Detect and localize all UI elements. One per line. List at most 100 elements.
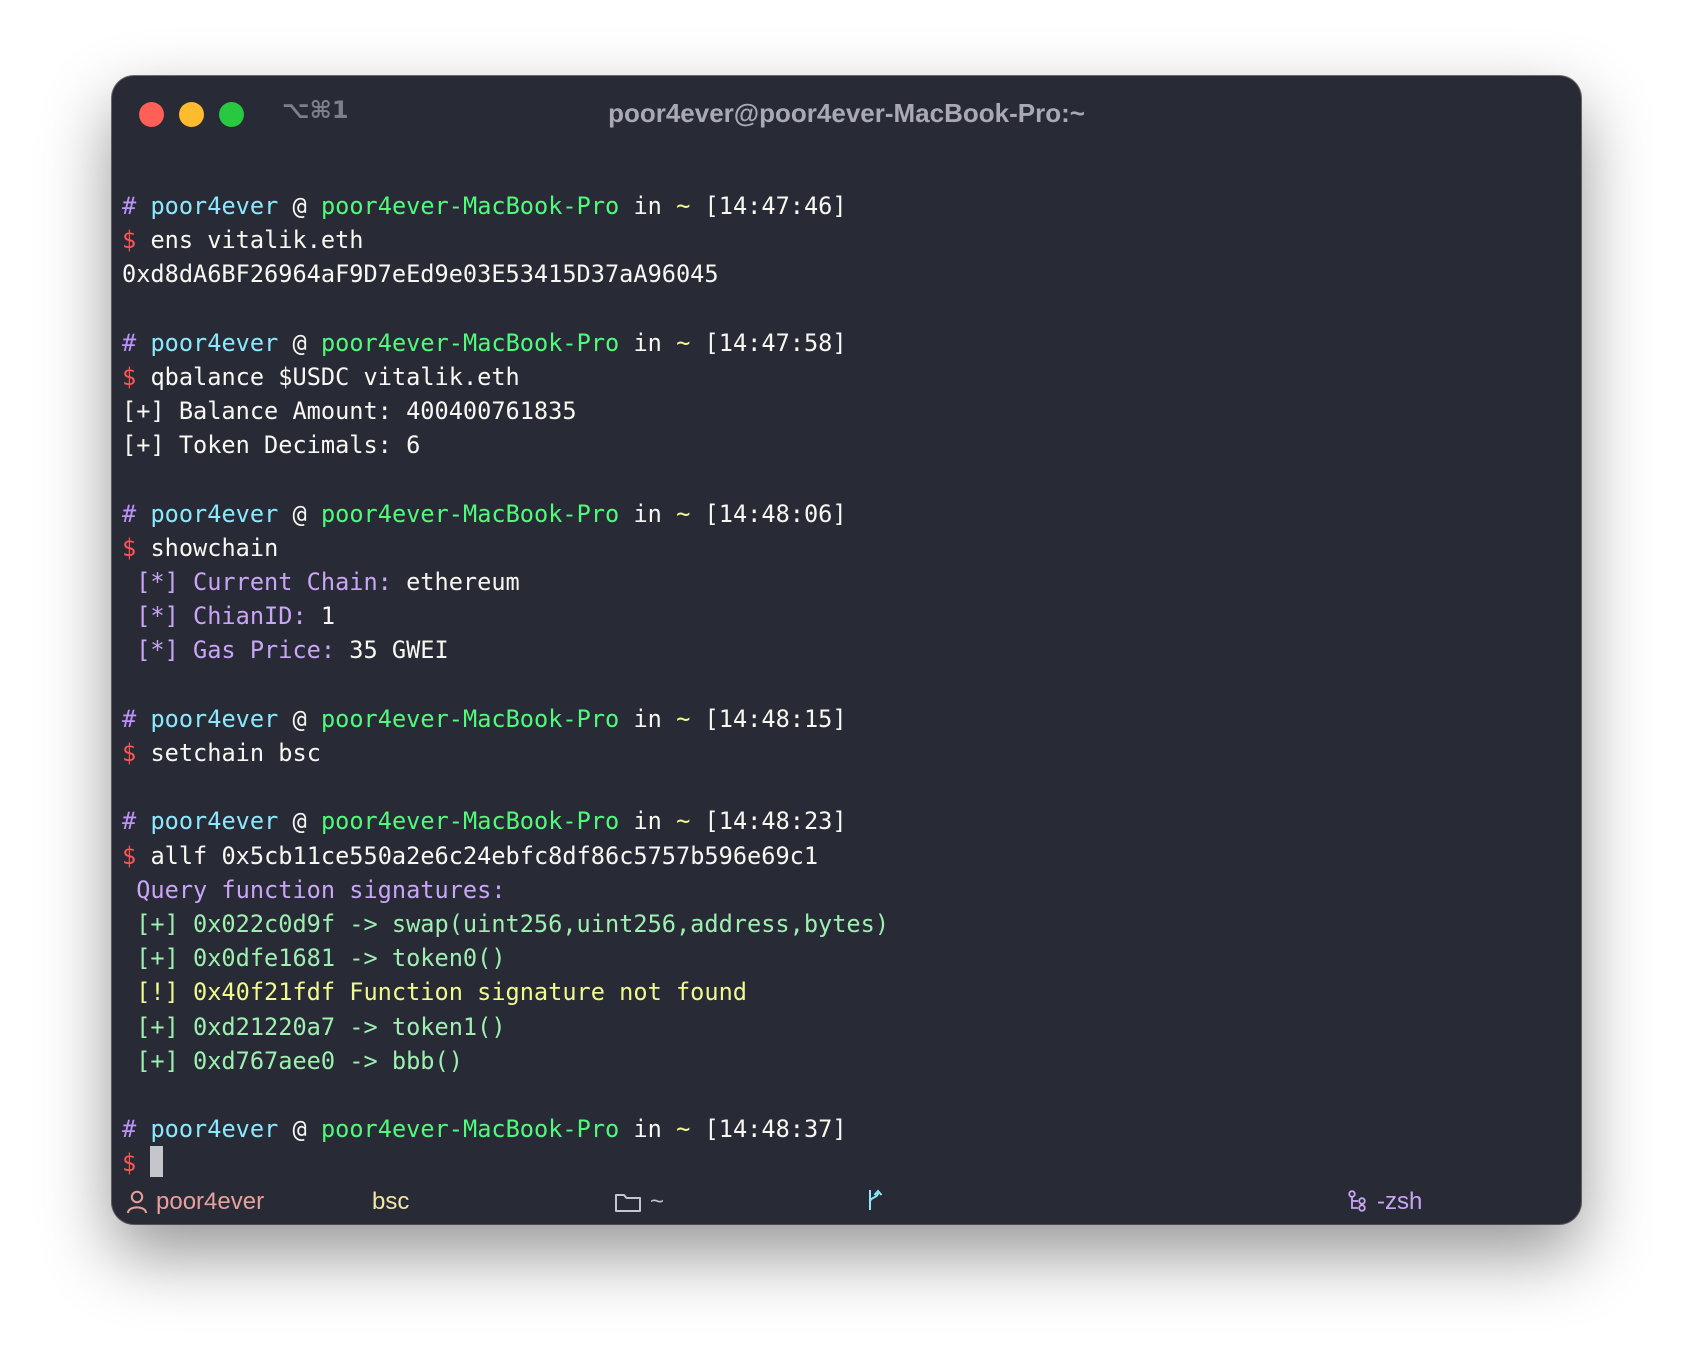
- command-line: $ setchain bsc: [122, 736, 1571, 770]
- prompt-user: poor4ever: [150, 328, 279, 357]
- status-user-label: poor4ever: [156, 1188, 265, 1215]
- status-directory: ~: [614, 1188, 664, 1216]
- status-directory-label: ~: [650, 1188, 665, 1215]
- status-user: poor4ever: [126, 1188, 264, 1216]
- prompt-at: @: [292, 499, 307, 528]
- output-line: [+] 0xd21220a7 -> token1(): [122, 1010, 1571, 1044]
- prompt-at: @: [292, 807, 307, 836]
- output-line: 0xd8dA6BF26964aF9D7eEd9e03E53415D37aA960…: [122, 257, 1571, 291]
- prompt-dir: ~: [676, 192, 691, 220]
- output-text: Query function signatures:: [122, 875, 506, 904]
- prompt-host: poor4ever-MacBook-Pro: [320, 704, 620, 733]
- prompt-in: in: [633, 807, 662, 836]
- title-bar[interactable]: ⌥⌘1 poor4ever@poor4ever-MacBook-Pro:~: [112, 76, 1581, 152]
- prompt-hash: #: [122, 807, 137, 836]
- prompt-line: # poor4ever @ poor4ever-MacBook-Pro in ~…: [122, 1112, 1571, 1146]
- status-git: [864, 1188, 884, 1212]
- output-text: [*] ChianID:: [122, 602, 321, 631]
- output-line: [+] 0x0dfe1681 -> token0(): [122, 941, 1571, 975]
- text-cursor: [150, 1146, 164, 1178]
- user-icon: [126, 1190, 148, 1214]
- prompt-at: @: [292, 704, 307, 733]
- prompt-timestamp: [14:47:58]: [704, 328, 847, 357]
- prompt-dollar: $: [122, 362, 137, 391]
- prompt-dollar: $: [122, 226, 137, 255]
- prompt-timestamp: [14:48:06]: [704, 499, 847, 528]
- prompt-at: @: [292, 192, 307, 220]
- command-text: showchain: [150, 533, 279, 562]
- prompt-timestamp: [14:47:46]: [704, 192, 847, 220]
- prompt-in: in: [633, 499, 662, 528]
- output-text: [+] 0xd21220a7 -> token1(): [122, 1012, 506, 1041]
- prompt-user: poor4ever: [150, 499, 279, 528]
- output-line: [+] Balance Amount: 400400761835: [122, 394, 1571, 428]
- prompt-timestamp: [14:48:23]: [704, 807, 847, 836]
- command-text: ens vitalik.eth: [150, 226, 364, 255]
- prompt-dollar: $: [122, 841, 137, 870]
- prompt-user: poor4ever: [150, 704, 279, 733]
- folder-icon: [614, 1191, 642, 1213]
- output-text: [+] Token Decimals: 6: [122, 431, 421, 460]
- output-text: [+] Balance Amount: 400400761835: [122, 397, 577, 426]
- output-line: [!] 0x40f21fdf Function signature not fo…: [122, 975, 1571, 1009]
- output-text: ethereum: [406, 568, 520, 597]
- prompt-dir: ~: [676, 499, 691, 528]
- prompt-at: @: [292, 1115, 307, 1144]
- prompt-line: # poor4ever @ poor4ever-MacBook-Pro in ~…: [122, 326, 1571, 360]
- prompt-host: poor4ever-MacBook-Pro: [320, 192, 620, 220]
- prompt-in: in: [633, 328, 662, 357]
- output-text: 0xd8dA6BF26964aF9D7eEd9e03E53415D37aA960…: [122, 260, 719, 289]
- process-tree-icon: [1347, 1190, 1369, 1214]
- prompt-dollar: $: [122, 533, 137, 562]
- prompt-hash: #: [122, 1115, 137, 1144]
- prompt-in: in: [633, 192, 662, 220]
- prompt-line: # poor4ever @ poor4ever-MacBook-Pro in ~…: [122, 804, 1571, 838]
- output-line: [+] 0x022c0d9f -> swap(uint256,uint256,a…: [122, 907, 1571, 941]
- prompt-hash: #: [122, 499, 137, 528]
- output-line: Query function signatures:: [122, 873, 1571, 907]
- output-text: [+] 0xd767aee0 -> bbb(): [122, 1046, 463, 1075]
- prompt-line: # poor4ever @ poor4ever-MacBook-Pro in ~…: [122, 189, 1571, 223]
- command-line: $ showchain: [122, 531, 1571, 565]
- terminal-output[interactable]: # poor4ever @ poor4ever-MacBook-Pro in ~…: [122, 189, 1571, 1180]
- prompt-dir: ~: [676, 807, 691, 836]
- prompt-line: # poor4ever @ poor4ever-MacBook-Pro in ~…: [122, 702, 1571, 736]
- prompt-timestamp: [14:48:15]: [704, 704, 847, 733]
- output-text: [*] Current Chain:: [122, 568, 407, 597]
- command-text: qbalance $USDC vitalik.eth: [150, 362, 520, 391]
- output-text: [!] 0x40f21fdf Function signature not fo…: [122, 978, 748, 1007]
- output-line: [*] ChianID: 1: [122, 599, 1571, 633]
- output-line: [+] 0xd767aee0 -> bbb(): [122, 1044, 1571, 1078]
- command-line: $ ens vitalik.eth: [122, 223, 1571, 257]
- prompt-user: poor4ever: [150, 807, 279, 836]
- terminal-window: ⌥⌘1 poor4ever@poor4ever-MacBook-Pro:~ # …: [112, 76, 1581, 1224]
- output-line: [+] Token Decimals: 6: [122, 428, 1571, 462]
- prompt-in: in: [633, 704, 662, 733]
- command-line: $ allf 0x5cb11ce550a2e6c24ebfc8df86c5757…: [122, 839, 1571, 873]
- prompt-user: poor4ever: [150, 192, 279, 220]
- prompt-user: poor4ever: [150, 1115, 279, 1144]
- command-line: $ qbalance $USDC vitalik.eth: [122, 360, 1571, 394]
- prompt-hash: #: [122, 328, 137, 357]
- prompt-host: poor4ever-MacBook-Pro: [320, 807, 620, 836]
- output-line: [*] Current Chain: ethereum: [122, 565, 1571, 599]
- active-command-line[interactable]: $: [122, 1146, 1571, 1180]
- output-text: 1: [320, 602, 336, 631]
- command-text: allf 0x5cb11ce550a2e6c24ebfc8df86c5757b5…: [150, 841, 819, 870]
- output-text: [+] 0x022c0d9f -> swap(uint256,uint256,a…: [122, 909, 890, 938]
- output-line: [*] Gas Price: 35 GWEI: [122, 633, 1571, 667]
- prompt-in: in: [633, 1115, 662, 1144]
- prompt-dollar: $: [122, 739, 137, 767]
- prompt-hash: #: [122, 192, 137, 220]
- output-text: [+] 0x0dfe1681 -> token0(): [122, 944, 506, 973]
- status-chain: bsc: [372, 1188, 409, 1216]
- prompt-host: poor4ever-MacBook-Pro: [320, 328, 620, 357]
- prompt-dir: ~: [676, 328, 691, 357]
- status-chain-label: bsc: [372, 1188, 410, 1215]
- command-text: setchain bsc: [150, 739, 321, 767]
